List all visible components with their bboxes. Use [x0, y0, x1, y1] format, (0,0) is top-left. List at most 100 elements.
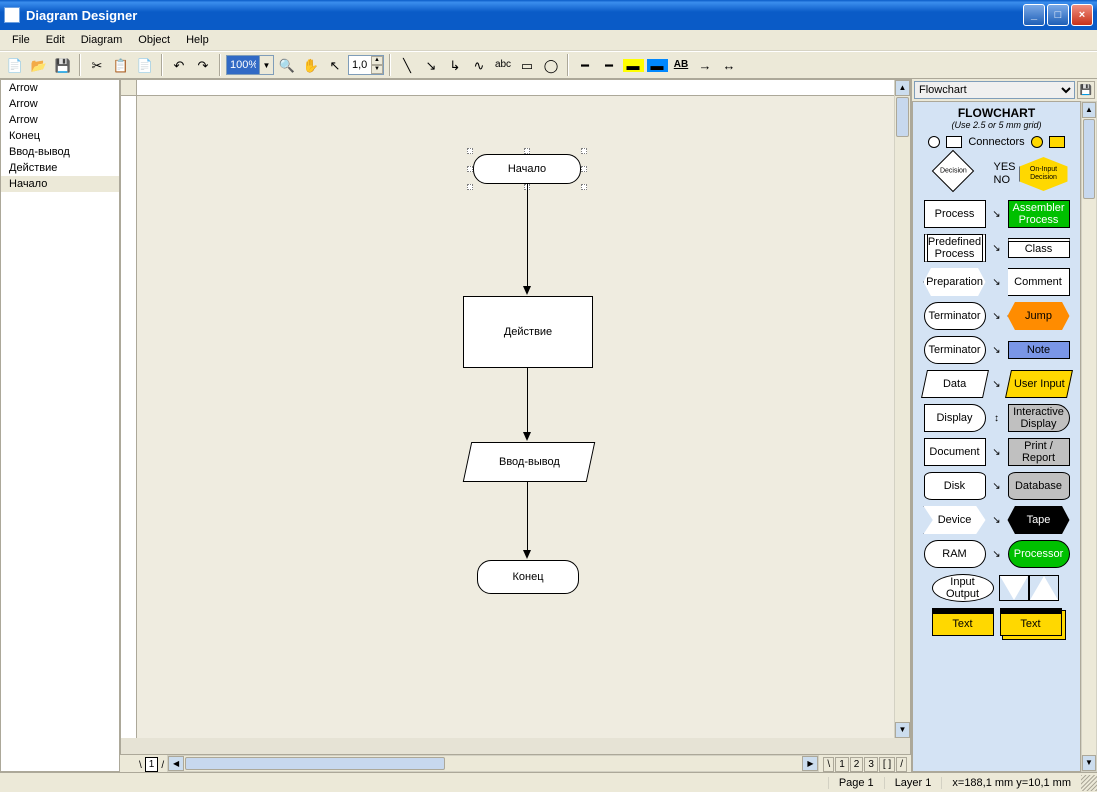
scroll-right-icon[interactable]: ▶: [802, 756, 818, 771]
linestyle-button[interactable]: ━: [574, 54, 596, 76]
scroll-up-icon[interactable]: ▲: [1082, 102, 1096, 118]
scroll-down-icon[interactable]: ▼: [1082, 755, 1096, 771]
list-item[interactable]: Arrow: [1, 80, 119, 96]
shape-decision[interactable]: Decision: [931, 150, 973, 192]
shape-palette[interactable]: FLOWCHART (Use 2.5 or 5 mm grid) Connect…: [912, 101, 1081, 772]
shape-display[interactable]: Display: [924, 404, 986, 432]
pan-tool-button[interactable]: ✋: [300, 54, 322, 76]
connector-tool[interactable]: ↳: [444, 54, 466, 76]
fillcolor-button[interactable]: ▬: [622, 54, 644, 76]
cut-button[interactable]: ✂: [86, 54, 108, 76]
page-tab-add[interactable]: [ ]: [879, 757, 895, 772]
canvas-hscrollbar[interactable]: ◀ ▶: [167, 755, 819, 772]
scroll-down-icon[interactable]: ▼: [895, 722, 910, 738]
fillcolor2-button[interactable]: ▬: [646, 54, 668, 76]
shape-terminator2[interactable]: Terminator: [924, 336, 986, 364]
page-tabs[interactable]: \ 1 2 3 [ ] /: [819, 755, 911, 772]
shape-document[interactable]: Document: [924, 438, 986, 466]
page-tab[interactable]: 3: [864, 757, 878, 772]
menu-edit[interactable]: Edit: [38, 32, 73, 48]
shape-tape[interactable]: Tape: [1008, 506, 1070, 534]
text-tool[interactable]: abc: [492, 54, 514, 76]
open-button[interactable]: 📂: [28, 54, 50, 76]
shape-disk[interactable]: Disk: [924, 472, 986, 500]
arrowstyle2-button[interactable]: ↔: [718, 54, 740, 76]
new-button[interactable]: 📄: [4, 54, 26, 76]
shape-device[interactable]: Device: [924, 506, 986, 534]
shape-extract[interactable]: [1030, 576, 1058, 600]
shape-terminator[interactable]: Terminator: [924, 302, 986, 330]
connector-tag[interactable]: [946, 136, 962, 148]
list-item[interactable]: Начало: [1, 176, 119, 192]
undo-button[interactable]: ↶: [168, 54, 190, 76]
layer-tab[interactable]: 1: [145, 757, 159, 772]
zoom-dropdown-icon[interactable]: ▼: [259, 56, 273, 74]
scroll-left-icon[interactable]: ◀: [168, 756, 184, 771]
shape-comment[interactable]: Comment: [1008, 268, 1070, 296]
arrowstyle-button[interactable]: →: [694, 54, 716, 76]
paste-button[interactable]: 📄: [134, 54, 156, 76]
shape-user-input[interactable]: User Input: [1005, 370, 1073, 398]
linewidth-input[interactable]: [349, 59, 371, 71]
canvas-vscrollbar[interactable]: ▲ ▼: [894, 80, 910, 738]
shape-input-output[interactable]: Input Output: [932, 574, 994, 602]
node-io[interactable]: Ввод-вывод: [463, 442, 596, 482]
page-tab[interactable]: 1: [835, 757, 849, 772]
scroll-thumb[interactable]: [185, 757, 445, 770]
layer-tabs[interactable]: \1/: [120, 755, 167, 772]
ruler-vertical[interactable]: [121, 96, 137, 738]
palette-vscrollbar[interactable]: ▲ ▼: [1081, 101, 1097, 772]
shape-jump[interactable]: Jump: [1008, 302, 1070, 330]
shape-title[interactable]: Text: [932, 608, 994, 636]
textcolor-button[interactable]: AB: [670, 54, 692, 76]
spin-up-icon[interactable]: ▲: [371, 56, 383, 65]
shape-note[interactable]: Note: [1008, 341, 1070, 359]
palette-dropdown[interactable]: Flowchart: [914, 81, 1075, 99]
scroll-thumb[interactable]: [896, 97, 909, 137]
linewidth-field[interactable]: ▲▼: [348, 55, 384, 75]
shape-print-report[interactable]: Print / Report: [1008, 438, 1070, 466]
list-item[interactable]: Arrow: [1, 96, 119, 112]
menu-help[interactable]: Help: [178, 32, 217, 48]
connector-circle[interactable]: [928, 136, 940, 148]
arrow[interactable]: [527, 368, 528, 434]
curve-tool[interactable]: ∿: [468, 54, 490, 76]
zoom-tool-button[interactable]: 🔍: [276, 54, 298, 76]
diagram-canvas[interactable]: Начало Действие: [137, 96, 894, 738]
save-button[interactable]: 💾: [52, 54, 74, 76]
shape-processor[interactable]: Processor: [1008, 540, 1070, 568]
ellipse-tool[interactable]: ◯: [540, 54, 562, 76]
shape-class[interactable]: Class: [1008, 238, 1070, 258]
scroll-thumb[interactable]: [1083, 119, 1095, 199]
rect-tool[interactable]: ▭: [516, 54, 538, 76]
connector-tag-yellow[interactable]: [1049, 136, 1065, 148]
list-item[interactable]: Действие: [1, 160, 119, 176]
linecolor-button[interactable]: ━: [598, 54, 620, 76]
menu-file[interactable]: File: [4, 32, 38, 48]
menu-object[interactable]: Object: [130, 32, 178, 48]
shape-preparation[interactable]: Preparation: [924, 268, 986, 296]
arrow[interactable]: [527, 184, 528, 288]
node-action[interactable]: Действие: [463, 296, 593, 368]
line-tool[interactable]: ╲: [396, 54, 418, 76]
menu-diagram[interactable]: Diagram: [73, 32, 131, 48]
node-end[interactable]: Конец: [477, 560, 579, 594]
shape-ram[interactable]: RAM: [924, 540, 986, 568]
shape-predef-process[interactable]: Predefined Process: [924, 234, 986, 262]
redo-button[interactable]: ↷: [192, 54, 214, 76]
spin-down-icon[interactable]: ▼: [371, 65, 383, 74]
arrow[interactable]: [527, 482, 528, 552]
maximize-button[interactable]: □: [1047, 4, 1069, 26]
connector-circle-yellow[interactable]: [1031, 136, 1043, 148]
shape-merge[interactable]: [1000, 576, 1028, 600]
shape-asm-process[interactable]: Assembler Process: [1008, 200, 1070, 228]
list-item[interactable]: Ввод-вывод: [1, 144, 119, 160]
ruler-horizontal[interactable]: [137, 80, 894, 96]
page-tab[interactable]: 2: [850, 757, 864, 772]
object-list[interactable]: Arrow Arrow Arrow Конец Ввод-вывод Дейст…: [0, 79, 120, 772]
arrow-tool[interactable]: ↘: [420, 54, 442, 76]
shape-data[interactable]: Data: [921, 370, 989, 398]
pointer-tool-button[interactable]: ↖: [324, 54, 346, 76]
node-start[interactable]: Начало: [473, 154, 581, 184]
copy-button[interactable]: 📋: [110, 54, 132, 76]
